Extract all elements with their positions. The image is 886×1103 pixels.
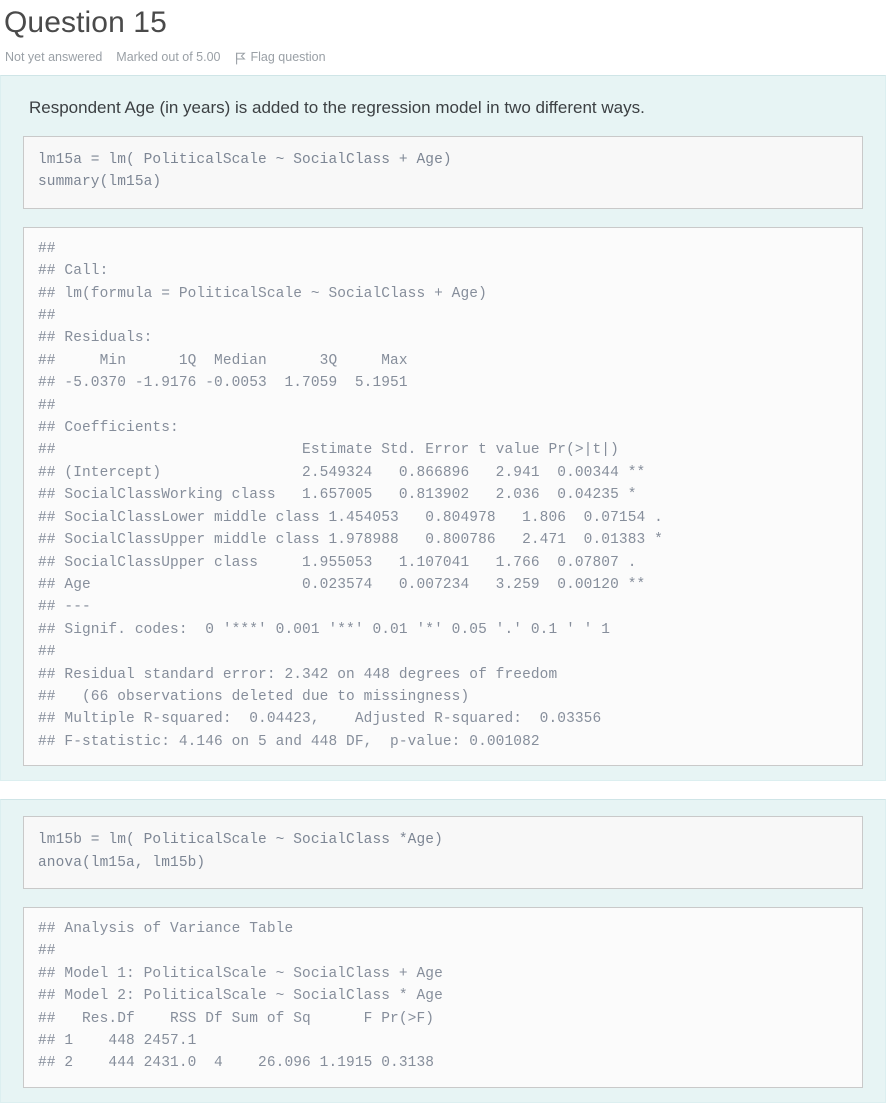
- question-panel-b: lm15b = lm( PoliticalScale ~ SocialClass…: [0, 799, 886, 1103]
- code-text-a: lm15a = lm( PoliticalScale ~ SocialClass…: [38, 152, 452, 191]
- output-block-b: ## Analysis of Variance Table ## ## Mode…: [23, 906, 863, 1088]
- output-block-a: ## ## Call: ## lm(formula = PoliticalSca…: [23, 226, 863, 767]
- question-panel-a: Respondent Age (in years) is added to th…: [0, 75, 886, 782]
- panel-separator: [0, 781, 886, 800]
- question-prompt: Respondent Age (in years) is added to th…: [29, 98, 645, 117]
- page-title: Question 15: [4, 6, 167, 39]
- question-meta: Not yet answered Marked out of 5.00 Flag…: [2, 42, 886, 65]
- marks-label: Marked out of 5.00: [116, 50, 221, 64]
- answer-status: Not yet answered: [5, 50, 103, 64]
- output-text-a: ## ## Call: ## lm(formula = PoliticalSca…: [38, 240, 663, 750]
- code-block-a: lm15a = lm( PoliticalScale ~ SocialClass…: [23, 136, 863, 209]
- flag-question-button[interactable]: Flag question: [235, 49, 326, 65]
- code-text-b: lm15b = lm( PoliticalScale ~ SocialClass…: [38, 832, 443, 871]
- code-block-b: lm15b = lm( PoliticalScale ~ SocialClass…: [23, 816, 863, 889]
- flag-question-label: Flag question: [250, 50, 326, 64]
- question-header: Question 15 Not yet answered Marked out …: [0, 0, 886, 65]
- output-text-b: ## Analysis of Variance Table ## ## Mode…: [38, 920, 443, 1072]
- flag-icon: [235, 52, 246, 65]
